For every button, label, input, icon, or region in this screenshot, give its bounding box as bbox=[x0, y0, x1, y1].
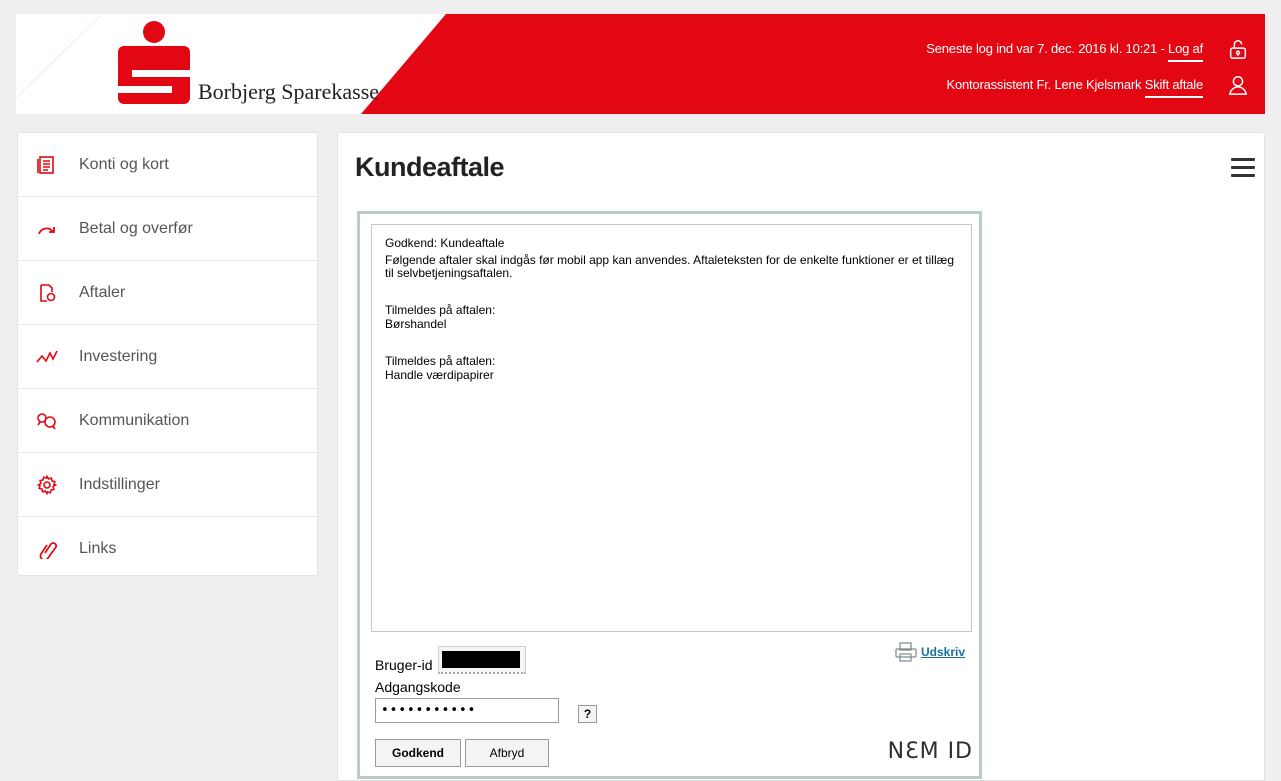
gear-icon bbox=[36, 474, 58, 496]
account-card-icon bbox=[36, 154, 58, 176]
agreement-intro: Følgende aftaler skal indgås før mobil a… bbox=[385, 253, 954, 280]
agreement-icon bbox=[36, 282, 58, 304]
sidebar-item-aftaler[interactable]: Aftaler bbox=[18, 261, 317, 325]
printer-icon bbox=[895, 642, 917, 662]
userid-label: Bruger-id bbox=[375, 657, 433, 673]
chat-icon bbox=[36, 410, 58, 432]
sidebar-nav: Konti og kort Betal og overfør Aftaler I… bbox=[17, 132, 318, 576]
sidebar-item-links[interactable]: Links bbox=[18, 517, 317, 581]
sidebar-item-label: Konti og kort bbox=[79, 155, 169, 173]
sidebar-item-konti-og-kort[interactable]: Konti og kort bbox=[18, 133, 317, 197]
sidebar-item-label: Links bbox=[79, 540, 117, 557]
cancel-button[interactable]: Afbryd bbox=[465, 739, 549, 767]
site-header: Borbjerg Sparekasse Seneste log ind var … bbox=[16, 14, 1265, 114]
password-field[interactable] bbox=[375, 698, 559, 723]
last-login-text: Seneste log ind var 7. dec. 2016 kl. 10:… bbox=[926, 41, 1165, 56]
user-icon[interactable] bbox=[1227, 74, 1249, 96]
agreement-name: Børshandel bbox=[385, 317, 447, 331]
agreement-label: Tilmeldes på aftalen: bbox=[385, 303, 496, 317]
lock-icon[interactable] bbox=[1227, 38, 1249, 60]
agreement-name: Handle værdipapirer bbox=[385, 368, 494, 382]
transfer-arrow-icon bbox=[36, 218, 58, 240]
nemid-logo: NƐM ID bbox=[887, 739, 973, 764]
agreement-label: Tilmeldes på aftalen: bbox=[385, 354, 496, 368]
sidebar-item-indstillinger[interactable]: Indstillinger bbox=[18, 453, 317, 517]
main-panel: Kundeaftale Godkend: Kundeaftale Følgend… bbox=[337, 132, 1265, 781]
help-button[interactable]: ? bbox=[578, 705, 597, 723]
nemid-applet: Godkend: Kundeaftale Følgende aftaler sk… bbox=[357, 211, 982, 779]
agreement-text-box[interactable]: Godkend: Kundeaftale Følgende aftaler sk… bbox=[371, 224, 972, 632]
sidebar-item-label: Aftaler bbox=[79, 283, 126, 301]
sparekasse-logo-icon bbox=[116, 21, 192, 104]
sidebar-item-investering[interactable]: Investering bbox=[18, 325, 317, 389]
last-login-line: Seneste log ind var 7. dec. 2016 kl. 10:… bbox=[926, 41, 1203, 62]
sidebar-item-kommunikation[interactable]: Kommunikation bbox=[18, 389, 317, 453]
sidebar-item-label: Indstillinger bbox=[79, 475, 160, 493]
sidebar-item-label: Betal og overfør bbox=[79, 219, 193, 237]
agreement-heading: Godkend: Kundeaftale bbox=[385, 236, 505, 250]
link-icon bbox=[36, 538, 58, 560]
bank-name: Borbjerg Sparekasse bbox=[198, 79, 380, 104]
sidebar-item-label: Kommunikation bbox=[79, 411, 190, 429]
switch-agreement-link[interactable]: Skift aftale bbox=[1144, 77, 1203, 98]
userid-field[interactable] bbox=[438, 646, 526, 674]
user-name-text: Kontorassistent Fr. Lene Kjelsmark bbox=[946, 77, 1142, 92]
sidebar-item-label: Investering bbox=[79, 347, 158, 365]
user-line: Kontorassistent Fr. Lene Kjelsmark Skift… bbox=[946, 77, 1203, 98]
page-title: Kundeaftale bbox=[355, 152, 505, 182]
hamburger-menu-icon[interactable] bbox=[1231, 158, 1255, 178]
investment-graph-icon bbox=[36, 346, 58, 368]
password-label: Adgangskode bbox=[375, 679, 461, 695]
approve-button[interactable]: Godkend bbox=[375, 739, 461, 767]
print-link[interactable]: Udskriv bbox=[895, 642, 965, 662]
redacted-userid bbox=[442, 651, 520, 668]
print-label: Udskriv bbox=[920, 645, 965, 659]
logout-link[interactable]: Log af bbox=[1168, 41, 1203, 62]
sidebar-item-betal-og-overfoer[interactable]: Betal og overfør bbox=[18, 197, 317, 261]
